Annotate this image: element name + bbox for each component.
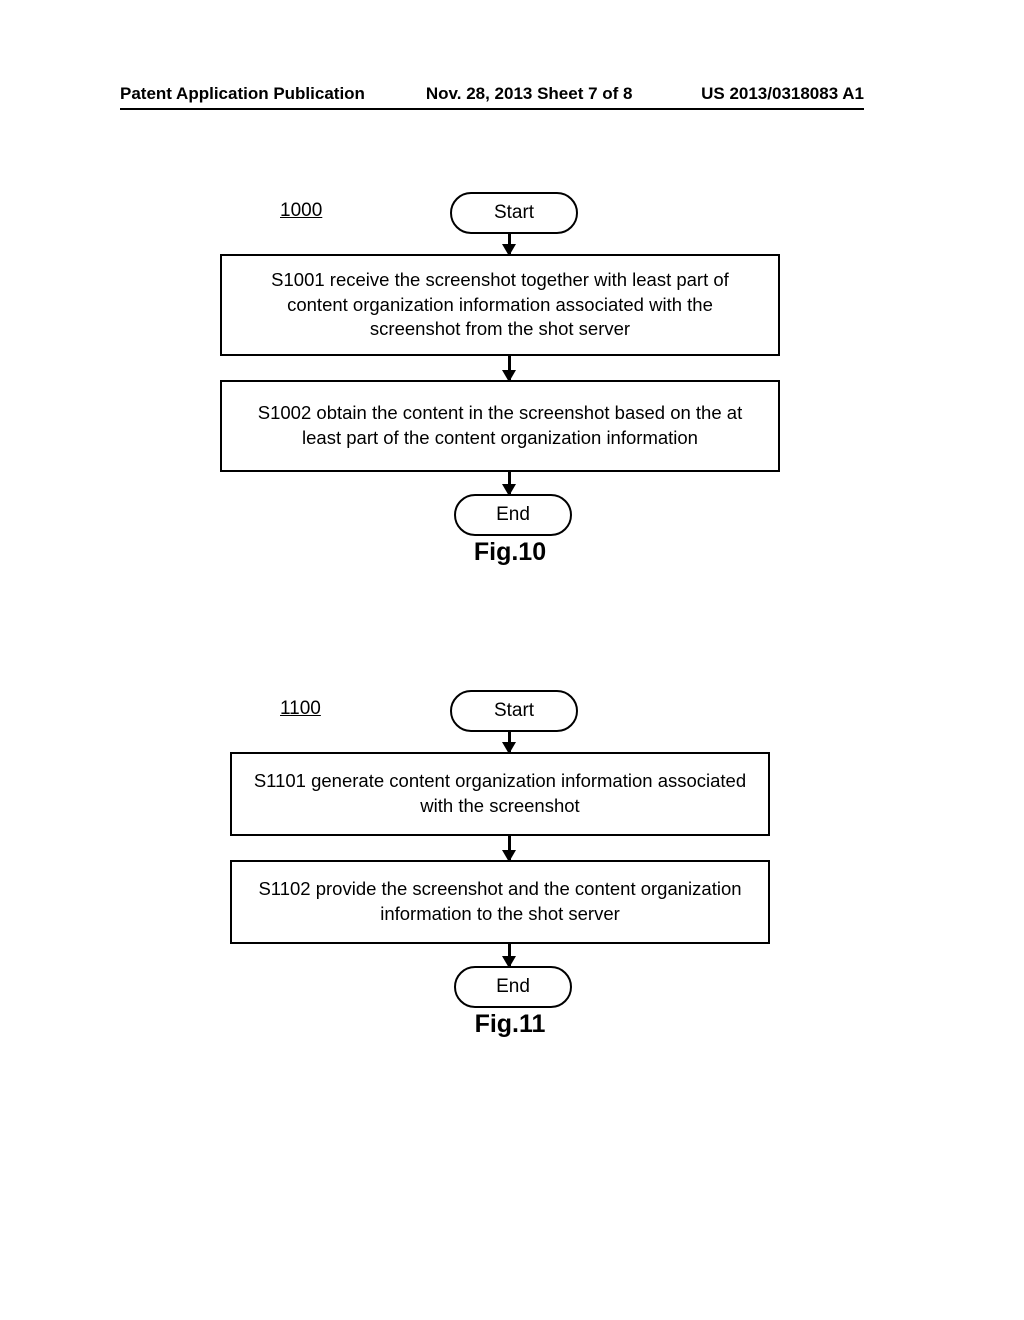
process-step-s1001: S1001 receive the screenshot together wi…: [220, 254, 780, 356]
figure-reference-number: 1000: [280, 200, 322, 222]
arrow-down-icon: [508, 472, 511, 494]
figure-reference-number: 1100: [280, 698, 321, 720]
page-header: Patent Application Publication Nov. 28, …: [120, 84, 864, 104]
arrow-down-icon: [508, 836, 511, 860]
start-terminator: Start: [450, 690, 578, 732]
process-step-s1102: S1102 provide the screenshot and the con…: [230, 860, 770, 944]
header-left: Patent Application Publication: [120, 84, 380, 104]
end-terminator: End: [454, 966, 572, 1008]
flowchart-1000: 1000 Start S1001 receive the screenshot …: [220, 192, 780, 567]
start-terminator: Start: [450, 192, 578, 234]
arrow-down-icon: [508, 732, 511, 752]
arrow-down-icon: [508, 234, 511, 254]
header-right: US 2013/0318083 A1: [678, 84, 864, 104]
arrow-down-icon: [508, 944, 511, 966]
process-step-s1002: S1002 obtain the content in the screensh…: [220, 380, 780, 472]
process-step-s1101: S1101 generate content organization info…: [230, 752, 770, 836]
header-center: Nov. 28, 2013 Sheet 7 of 8: [380, 84, 678, 104]
figure-label: Fig.11: [330, 1010, 690, 1039]
arrow-down-icon: [508, 356, 511, 380]
header-rule: [120, 108, 864, 110]
figure-label: Fig.10: [330, 538, 690, 567]
flowchart-1100: 1100 Start S1101 generate content organi…: [220, 690, 780, 1039]
end-terminator: End: [454, 494, 572, 536]
